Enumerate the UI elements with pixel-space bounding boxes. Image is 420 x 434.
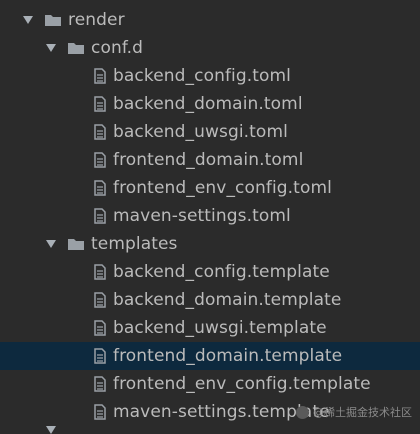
tree-file[interactable]: frontend_env_config.template: [0, 370, 420, 398]
tree-item-label: frontend_env_config.template: [113, 374, 371, 394]
tree-file[interactable]: frontend_env_config.toml: [0, 174, 420, 202]
chevron-down-icon[interactable]: [45, 42, 57, 54]
tree-folder-conf-d[interactable]: conf.d: [0, 34, 420, 62]
tree-file[interactable]: backend_config.template: [0, 258, 420, 286]
watermark: @稀土掘金技术社区: [296, 404, 412, 420]
file-icon: [93, 152, 107, 168]
tree-file[interactable]: backend_uwsgi.template: [0, 314, 420, 342]
chevron-down-icon[interactable]: [45, 238, 57, 250]
file-icon: [93, 320, 107, 336]
file-icon: [93, 292, 107, 308]
tree-folder-render[interactable]: render: [0, 6, 420, 34]
file-icon: [93, 68, 107, 84]
tree-item-label: backend_config.toml: [113, 66, 291, 86]
file-icon: [93, 404, 107, 420]
tree-item-label: frontend_env_config.toml: [113, 178, 332, 198]
file-icon: [93, 264, 107, 280]
tree-item-label: backend_domain.toml: [113, 94, 303, 114]
tree-file[interactable]: backend_config.toml: [0, 62, 420, 90]
folder-icon: [67, 41, 85, 55]
tree-item-label: frontend_domain.toml: [113, 150, 304, 170]
tree-item-label: backend_uwsgi.toml: [113, 122, 288, 142]
tree-file[interactable]: backend_uwsgi.toml: [0, 118, 420, 146]
watermark-logo-icon: [296, 405, 309, 419]
tree-item-label: maven-settings.toml: [113, 206, 291, 226]
chevron-right-icon: [45, 426, 57, 434]
file-icon: [93, 208, 107, 224]
tree-item-label: render: [68, 10, 125, 30]
tree-item-label: backend_config.template: [113, 262, 330, 282]
chevron-down-icon[interactable]: [22, 14, 34, 26]
tree-file[interactable]: frontend_domain.toml: [0, 146, 420, 174]
file-icon: [93, 96, 107, 112]
file-icon: [93, 348, 107, 364]
tree-file[interactable]: maven-settings.toml: [0, 202, 420, 230]
tree-file-selected[interactable]: frontend_domain.template: [0, 342, 420, 370]
project-tree: render conf.d backend_config.toml backen…: [0, 0, 420, 434]
file-icon: [93, 376, 107, 392]
file-icon: [93, 124, 107, 140]
tree-item-label: frontend_domain.template: [113, 346, 343, 366]
tree-folder-templates[interactable]: templates: [0, 230, 420, 258]
tree-next-row-partial: [0, 426, 420, 434]
tree-item-label: backend_domain.template: [113, 290, 342, 310]
tree-item-label: backend_uwsgi.template: [113, 318, 327, 338]
folder-icon: [44, 13, 62, 27]
tree-file[interactable]: backend_domain.template: [0, 286, 420, 314]
file-icon: [93, 180, 107, 196]
tree-item-label: conf.d: [91, 38, 144, 58]
tree-file[interactable]: backend_domain.toml: [0, 90, 420, 118]
tree-item-label: templates: [91, 234, 178, 254]
watermark-text: @稀土掘金技术社区: [313, 406, 412, 419]
folder-icon: [67, 237, 85, 251]
